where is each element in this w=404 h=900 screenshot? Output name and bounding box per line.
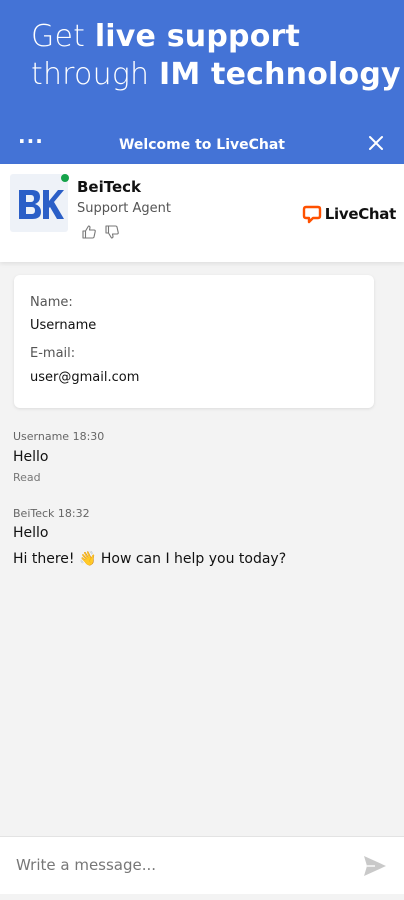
message-input[interactable]: [16, 852, 346, 878]
beiteck-logo-icon: [19, 190, 64, 219]
name-label: Name:: [30, 295, 73, 310]
email-value: user@gmail.com: [30, 370, 140, 385]
message-text: Hello: [13, 449, 49, 465]
chat-titlebar: ··· Welcome to LiveChat: [0, 127, 404, 164]
chat-title: Welcome to LiveChat: [118, 137, 286, 153]
agent-name: BeiTeck: [77, 178, 142, 196]
hero-line-2: through IM technology: [31, 57, 401, 92]
message-composer: [0, 836, 404, 894]
email-label: E-mail:: [30, 346, 76, 361]
livechat-logo-icon: [302, 205, 321, 224]
agent-avatar: [10, 174, 68, 232]
hero-banner: Get live support through IM technology: [0, 0, 404, 127]
close-icon[interactable]: [366, 133, 386, 153]
message-meta: Username 18:30: [13, 430, 105, 443]
send-icon[interactable]: [363, 855, 387, 877]
hero-line-1: Get live support: [31, 19, 301, 54]
name-value: Username: [30, 318, 97, 333]
livechat-logo: LiveChat: [302, 204, 396, 224]
thumbs-up-icon[interactable]: [81, 224, 97, 240]
message-text: Hello: [13, 525, 49, 541]
livechat-logo-text: LiveChat: [324, 205, 397, 223]
agent-role: Support Agent: [77, 201, 172, 216]
message-text: Hi there! 👋 How can I help you today?: [13, 551, 287, 567]
prechat-info-card: Name: Username E-mail: user@gmail.com: [14, 275, 374, 408]
message-meta: BeiTeck 18:32: [13, 507, 90, 520]
message-read-status: Read: [13, 471, 41, 484]
agent-card: BeiTeck Support Agent LiveChat: [0, 164, 404, 262]
thumbs-down-icon[interactable]: [104, 224, 120, 240]
online-status-dot: [61, 174, 69, 182]
